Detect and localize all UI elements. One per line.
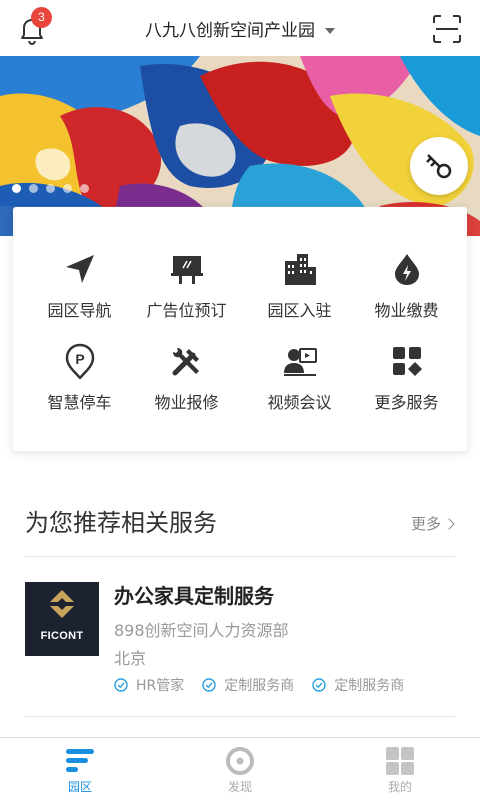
more-label: 更多	[411, 515, 442, 533]
repair-tools-icon	[172, 348, 199, 376]
service-label: 物业缴费	[374, 301, 439, 320]
carousel-indicator	[12, 184, 89, 193]
tab-label: 园区	[67, 780, 92, 794]
park-selector[interactable]: 八九八创新空间产业园	[0, 16, 480, 41]
scan-icon	[433, 15, 461, 43]
tag-label: HR管家	[136, 678, 185, 694]
buildings-icon	[284, 254, 316, 285]
carousel-dot[interactable]	[80, 184, 89, 193]
tag: 定制服务商	[312, 675, 404, 695]
tab-park[interactable]: 园区	[0, 738, 160, 800]
item-city: 北京	[114, 649, 147, 668]
check-circle-icon	[312, 678, 326, 692]
service-label: 园区入驻	[267, 301, 332, 320]
recommend-title: 为您推荐相关服务	[25, 509, 217, 537]
discover-tab-icon	[226, 747, 254, 775]
carousel-dot[interactable]	[12, 184, 21, 193]
carousel-dot[interactable]	[63, 184, 72, 193]
key-button[interactable]	[410, 137, 468, 195]
billboard-icon	[170, 256, 203, 284]
service-label: 视频会议	[267, 393, 332, 412]
mine-tab-icon	[386, 747, 414, 775]
tab-discover[interactable]: 发现	[160, 738, 320, 800]
check-circle-icon	[202, 678, 216, 692]
utility-drop-icon	[394, 254, 419, 285]
park-tab-icon	[66, 749, 94, 772]
item-title: 办公家具定制服务	[114, 584, 274, 608]
services-panel: 园区导航 广告位预订 园区入驻 物业缴费 P 智慧停车 物业报修 视频会议 更多…	[13, 207, 467, 451]
more-link[interactable]: 更多	[411, 513, 455, 534]
service-park-navigation[interactable]: 园区导航	[23, 251, 136, 341]
service-smart-parking[interactable]: P 智慧停车	[23, 343, 136, 433]
service-label: 智慧停车	[47, 393, 112, 412]
service-label: 广告位预订	[146, 301, 227, 320]
scan-button[interactable]	[432, 14, 462, 44]
logo-text: FICONT	[40, 630, 84, 642]
tag-label: 定制服务商	[334, 678, 405, 694]
provider-logo: FICONT	[25, 582, 99, 656]
tab-label: 发现	[227, 780, 252, 794]
key-icon	[426, 154, 452, 179]
service-label: 园区导航	[47, 301, 112, 320]
tab-mine[interactable]: 我的	[320, 738, 480, 800]
service-label: 物业报修	[154, 393, 219, 412]
carousel-dot[interactable]	[46, 184, 55, 193]
chevron-right-icon	[443, 518, 455, 530]
park-name: 八九八创新空间产业园	[145, 21, 315, 41]
bottom-tab-bar: 园区 发现 我的	[0, 737, 480, 800]
service-more[interactable]: 更多服务	[350, 343, 463, 433]
service-label: 更多服务	[374, 393, 439, 412]
navigation-arrow-icon	[65, 255, 94, 283]
logo-emblem	[50, 590, 74, 618]
recommend-item[interactable]: FICONT 办公家具定制服务 898创新空间人力资源部 北京 HR管家 定制服…	[25, 577, 455, 697]
carousel-dot[interactable]	[29, 184, 38, 193]
service-property-repair[interactable]: 物业报修	[130, 343, 243, 433]
service-ad-booking[interactable]: 广告位预订	[130, 251, 243, 341]
tag-label: 定制服务商	[224, 678, 295, 694]
top-bar: 3 八九八创新空间产业园	[0, 0, 480, 56]
caret-down-icon	[325, 28, 335, 34]
service-park-settle[interactable]: 园区入驻	[243, 251, 356, 341]
check-circle-icon	[114, 678, 128, 692]
tag: HR管家	[114, 675, 184, 695]
video-conference-icon	[283, 348, 317, 376]
parking-pin-icon: P	[65, 343, 94, 379]
svg-text:P: P	[75, 351, 84, 367]
divider	[25, 556, 455, 557]
service-video-meeting[interactable]: 视频会议	[243, 343, 356, 433]
service-property-fee[interactable]: 物业缴费	[350, 251, 463, 341]
divider	[25, 716, 455, 717]
item-tags: HR管家 定制服务商 定制服务商	[114, 675, 404, 695]
more-grid-icon	[392, 347, 422, 376]
tab-label: 我的	[387, 780, 412, 794]
item-provider: 898创新空间人力资源部	[114, 621, 289, 640]
tag: 定制服务商	[202, 675, 294, 695]
